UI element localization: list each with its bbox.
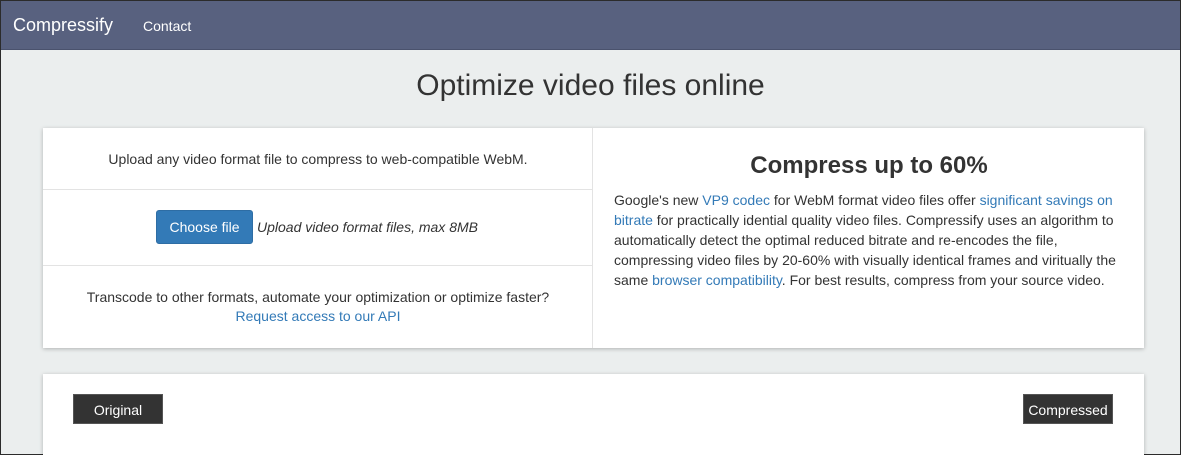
browser-compatibility-link[interactable]: browser compatibility xyxy=(652,272,782,288)
api-text: Transcode to other formats, automate you… xyxy=(86,289,550,305)
upload-hint-text: Upload video format files, max 8MB xyxy=(257,219,478,235)
top-navbar: Compressify Contact xyxy=(1,1,1180,50)
upload-panel: Upload any video format file to compress… xyxy=(43,128,593,348)
brand-logo[interactable]: Compressify xyxy=(13,15,113,36)
compressed-label: Compressed xyxy=(1023,394,1113,424)
page-title: Optimize video files online xyxy=(416,69,765,102)
choose-file-button[interactable]: Choose file xyxy=(156,210,253,244)
request-api-access-link[interactable]: Request access to our API xyxy=(236,308,401,324)
original-label: Original xyxy=(73,394,163,424)
vp9-codec-link[interactable]: VP9 codec xyxy=(702,192,770,208)
comparison-card: Original Compressed xyxy=(43,374,1144,455)
api-row: Transcode to other formats, automate you… xyxy=(43,266,593,348)
info-panel: Compress up to 60% Google's new VP9 code… xyxy=(594,128,1144,348)
upload-card: Upload any video format file to compress… xyxy=(43,128,1144,348)
info-text: Google's new xyxy=(614,192,703,208)
info-paragraph: Google's new VP9 codec for WebM format v… xyxy=(614,190,1129,290)
upload-intro-row: Upload any video format file to compress… xyxy=(43,128,593,190)
nav-link-contact[interactable]: Contact xyxy=(143,18,191,34)
info-text: . For best results, compress from your s… xyxy=(781,272,1105,288)
upload-intro-text: Upload any video format file to compress… xyxy=(108,151,528,167)
info-text: for WebM format video files offer xyxy=(770,192,980,208)
file-picker-row: Choose file Upload video format files, m… xyxy=(43,190,593,266)
info-heading: Compress up to 60% xyxy=(750,152,988,179)
